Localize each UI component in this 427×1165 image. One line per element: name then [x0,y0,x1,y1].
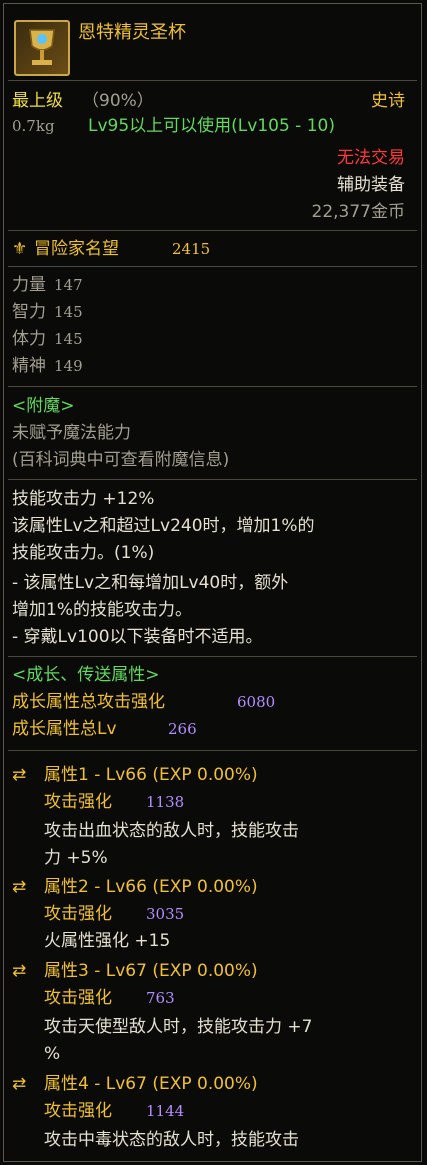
fame-icon: ⚜ [12,239,28,259]
growth-total-atk-label: 成长属性总攻击强化 [12,692,165,712]
growth-total-lv-value: 266 [168,720,197,738]
item-grade: 最上级 [12,91,63,111]
attr-atk-label: 攻击强化 [44,988,112,1008]
divider [8,80,417,81]
attr-atk-label: 攻击强化 [44,1101,112,1121]
attr-effect: 攻击中毒状态的敌人时，技能攻击 [44,1130,299,1150]
attr-effect: 力 +5% [44,848,108,868]
enchant-status: 未赋予魔法能力 [12,423,131,443]
attr-title: 属性4 - Lv67 (EXP 0.00%) [44,1074,258,1094]
item-level-requirement: Lv95以上可以使用(Lv105 - 10) [88,116,335,136]
skill-effect-line: - 穿戴Lv100以下装备时不适用。 [12,627,263,647]
stat-value: 149 [54,357,83,375]
skill-effect-line: - 该属性Lv之和每增加Lv40时，额外 [12,573,289,593]
enchant-header: <附魔> [12,396,75,416]
attr-atk-label: 攻击强化 [44,904,112,924]
skill-effect-line: 技能攻击力。(1%) [12,543,155,563]
divider [8,386,417,387]
stat-value: 145 [54,303,83,321]
enchant-hint: (百科词典中可查看附魔信息) [12,450,230,470]
attr-atk-value: 1138 [146,793,185,811]
attr-atk-value: 3035 [146,905,185,923]
shuffle-icon: ⇄ [12,765,27,785]
attr-effect: 火属性强化 +15 [44,931,171,951]
item-grade-pct: （90%） [82,91,154,111]
attr-title: 属性1 - Lv66 (EXP 0.00%) [44,765,258,785]
attr-atk-value: 1144 [146,1102,185,1120]
item-price: 22,377金币 [311,202,405,222]
shuffle-icon: ⇄ [12,877,27,897]
attr-atk-value: 763 [146,989,175,1007]
skill-effect-line: 增加1%的技能攻击力。 [12,600,192,620]
stat-value: 147 [54,276,83,294]
stat-value: 145 [54,330,83,348]
item-trade-status: 无法交易 [337,148,405,168]
item-tooltip: 恩特精灵圣杯 最上级 （90%） 史诗 0.7kg Lv95以上可以使用(Lv1… [3,3,422,1162]
divider [8,479,417,480]
fame-label: 冒险家名望 [34,239,119,259]
stat-label: 体力 [12,329,46,349]
stat-label: 力量 [12,275,46,295]
attr-effect: 攻击天使型敌人时，技能攻击力 +7 [44,1017,313,1037]
item-name: 恩特精灵圣杯 [78,22,186,43]
growth-total-lv-label: 成长属性总Lv [12,719,117,739]
shuffle-icon: ⇄ [12,961,27,981]
skill-effect-line: 该属性Lv之和超过Lv240时，增加1%的 [12,516,315,536]
divider [8,750,417,751]
stat-label: 精神 [12,356,46,376]
fame-value: 2415 [172,240,211,258]
divider [8,656,417,657]
item-type: 辅助装备 [337,175,405,195]
attr-title: 属性3 - Lv67 (EXP 0.00%) [44,961,258,981]
growth-total-atk-value: 6080 [237,693,276,711]
item-weight: 0.7kg [12,117,55,135]
shuffle-icon: ⇄ [12,1074,27,1094]
attr-title: 属性2 - Lv66 (EXP 0.00%) [44,877,258,897]
attr-effect: 攻击出血状态的敌人时，技能攻击 [44,821,299,841]
growth-header: <成长、传送属性> [12,665,160,685]
divider [8,230,417,231]
stat-label: 智力 [12,302,46,322]
divider [8,266,417,267]
item-rarity: 史诗 [371,91,405,111]
chalice-icon [14,20,70,76]
attr-atk-label: 攻击强化 [44,792,112,812]
skill-effect-line: 技能攻击力 +12% [12,489,155,509]
attr-effect: % [44,1044,61,1064]
